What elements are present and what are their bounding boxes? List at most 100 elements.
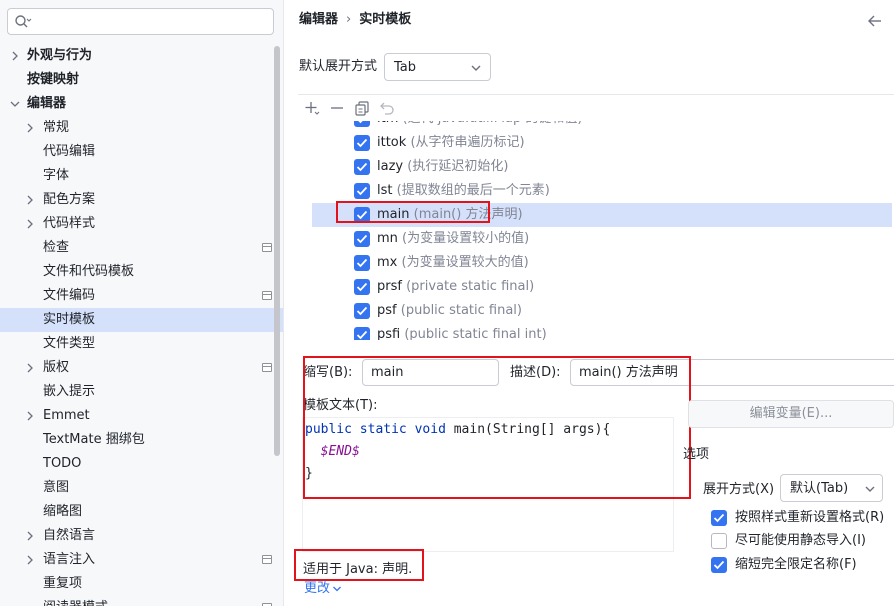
sidebar-item-label: 外观与行为 [27, 48, 93, 63]
code-keyword: void [414, 422, 446, 437]
template-abbreviation: lst [377, 183, 393, 198]
template-label: prsf (private static final) [377, 275, 534, 299]
template-description: (执行延迟初始化) [407, 159, 509, 174]
abbreviation-label: 缩写(B): [303, 365, 353, 380]
template-checkbox[interactable] [354, 303, 370, 319]
sidebar-item[interactable]: 文件类型 [0, 332, 283, 356]
sidebar-item[interactable]: 缩略图 [0, 500, 283, 524]
sidebar-item[interactable]: 常规 [0, 116, 283, 140]
abbreviation-input[interactable]: main [362, 359, 499, 386]
sidebar-item-label: 重复项 [43, 576, 83, 591]
sidebar-item[interactable]: 阅读器模式 [0, 596, 283, 606]
template-abbreviation: main [377, 207, 410, 222]
description-input[interactable]: main() 方法声明 [570, 359, 894, 386]
template-checkbox[interactable] [354, 159, 370, 175]
chevron-right-icon[interactable] [9, 50, 21, 62]
sidebar-item[interactable]: 字体 [0, 164, 283, 188]
search-field[interactable] [7, 8, 274, 35]
copy-icon[interactable] [354, 100, 370, 116]
template-description: (提取数组的最后一个元素) [396, 183, 550, 198]
sidebar-item[interactable]: 代码样式 [0, 212, 283, 236]
template-row[interactable]: psf (public static final) [298, 299, 894, 323]
edit-variables-button[interactable]: 编辑变量(E)... [688, 400, 894, 428]
template-checkbox[interactable] [354, 183, 370, 199]
remove-icon[interactable] [329, 100, 345, 116]
sidebar-item[interactable]: 编辑器 [0, 92, 283, 116]
sidebar-item[interactable]: 语言注入 [0, 548, 283, 572]
sidebar-item[interactable]: 文件和代码模板 [0, 260, 283, 284]
back-arrow-icon[interactable] [867, 14, 883, 28]
option-label: 按照样式重新设置格式(R) [735, 510, 885, 525]
sidebar-item[interactable]: 实时模板 [0, 308, 283, 332]
sidebar-item[interactable]: 外观与行为 [0, 44, 283, 68]
checkbox-checked[interactable] [711, 557, 727, 573]
change-contexts-link[interactable]: 更改 [304, 580, 342, 598]
template-row[interactable]: ittok (从字符串遍历标记) [298, 131, 894, 155]
chevron-right-icon[interactable] [24, 554, 36, 566]
sidebar-scrollbar[interactable] [274, 46, 280, 456]
add-icon[interactable] [304, 100, 320, 116]
sidebar-item[interactable]: 代码编辑 [0, 140, 283, 164]
template-row[interactable]: main (main() 方法声明) [312, 203, 892, 227]
template-text-editor[interactable]: public static void main(String[] args){ … [302, 417, 674, 552]
chevron-right-icon[interactable] [24, 410, 36, 422]
sidebar-item[interactable]: TextMate 捆绑包 [0, 428, 283, 452]
live-templates-panel: 编辑器 › 实时模板 默认展开方式 Tab itm (迭代 java.util.Ma… [284, 0, 894, 606]
template-row[interactable]: psfi (public static final int) [298, 323, 894, 340]
breadcrumb-current: 实时模板 [359, 12, 412, 27]
chevron-right-icon[interactable] [24, 530, 36, 542]
template-row[interactable]: lazy (执行延迟初始化) [298, 155, 894, 179]
chevron-down-icon[interactable] [9, 98, 21, 110]
expand-with-label: 展开方式(X) [703, 482, 775, 497]
template-description: (为变量设置较大的值) [401, 255, 529, 270]
search-input[interactable] [36, 12, 266, 31]
template-label: mx (为变量设置较大的值) [377, 251, 529, 275]
check-icon [356, 138, 368, 148]
breadcrumb-parent[interactable]: 编辑器 [299, 10, 338, 30]
sidebar-item[interactable]: 检查 [0, 236, 283, 260]
sidebar-item[interactable]: Emmet [0, 404, 283, 428]
change-label: 更改 [304, 581, 331, 596]
sidebar-item[interactable]: 版权 [0, 356, 283, 380]
template-row[interactable]: mn (为变量设置较小的值) [298, 227, 894, 251]
sidebar-item[interactable]: 配色方案 [0, 188, 283, 212]
template-abbreviation: ittok [377, 135, 407, 150]
template-checkbox[interactable] [354, 135, 370, 151]
template-checkbox[interactable] [354, 255, 370, 271]
undo-icon[interactable] [379, 100, 395, 116]
template-checkbox[interactable] [354, 327, 370, 340]
template-row[interactable]: mx (为变量设置较大的值) [298, 251, 894, 275]
sidebar-item[interactable]: 重复项 [0, 572, 283, 596]
project-level-icon [262, 291, 272, 300]
sidebar-item[interactable]: 按键映射 [0, 68, 283, 92]
template-checkbox[interactable] [354, 231, 370, 247]
sidebar-item[interactable]: 自然语言 [0, 524, 283, 548]
template-label: lazy (执行延迟初始化) [377, 155, 508, 179]
breadcrumb-separator: › [346, 12, 352, 27]
breadcrumb: 编辑器 › 实时模板 [299, 10, 411, 30]
template-label: main (main() 方法声明) [377, 203, 523, 227]
sidebar-item-label: 嵌入提示 [43, 384, 96, 399]
default-expand-select[interactable]: Tab [384, 53, 491, 81]
sidebar-item-label: 配色方案 [43, 192, 96, 207]
sidebar-item[interactable]: 文件编码 [0, 284, 283, 308]
code-keyword: static [359, 422, 407, 437]
chevron-right-icon[interactable] [24, 122, 36, 134]
template-row[interactable]: lst (提取数组的最后一个元素) [298, 179, 894, 203]
code-line-3: } [305, 463, 313, 485]
sidebar-item-label: 编辑器 [27, 96, 67, 111]
chevron-right-icon[interactable] [24, 362, 36, 374]
checkbox-unchecked[interactable] [711, 533, 727, 549]
sidebar-item[interactable]: 意图 [0, 476, 283, 500]
checkbox-checked[interactable] [711, 510, 727, 526]
template-checkbox[interactable] [354, 207, 370, 223]
sidebar-item[interactable]: TODO [0, 452, 283, 476]
template-row[interactable]: prsf (private static final) [298, 275, 894, 299]
expand-with-select[interactable]: 默认(Tab) [780, 474, 883, 502]
chevron-right-icon[interactable] [24, 194, 36, 206]
template-checkbox[interactable] [354, 279, 370, 295]
template-abbreviation: lazy [377, 159, 404, 174]
sidebar-item[interactable]: 嵌入提示 [0, 380, 283, 404]
chevron-right-icon[interactable] [24, 218, 36, 230]
sidebar-item-label: 按键映射 [27, 72, 80, 87]
